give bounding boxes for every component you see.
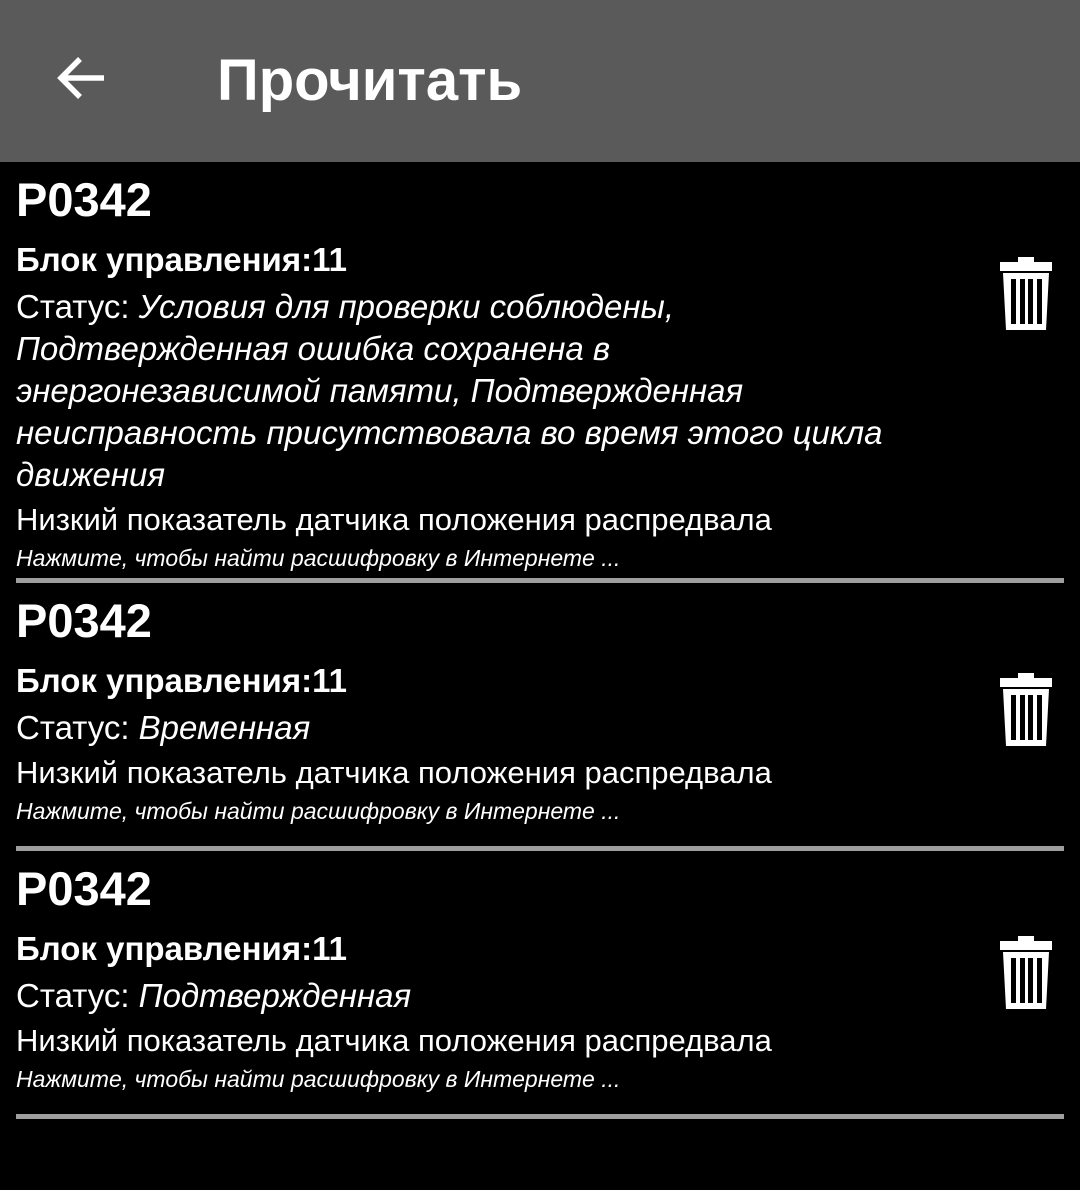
arrow-left-icon xyxy=(57,57,104,99)
search-online-link[interactable]: Нажмите, чтобы найти расшифровку в Интер… xyxy=(16,542,1064,578)
search-online-link[interactable]: Нажмите, чтобы найти расшифровку в Интер… xyxy=(16,795,1064,831)
control-unit: Блок управления:11 xyxy=(16,661,1064,701)
delete-button[interactable] xyxy=(998,935,1054,1011)
trash-icon xyxy=(1000,936,1052,1009)
control-unit-label: Блок управления: xyxy=(16,662,313,699)
error-description: Низкий показатель датчика положения расп… xyxy=(16,1023,772,1058)
control-unit-value: 11 xyxy=(312,241,347,278)
control-unit: Блок управления:11 xyxy=(16,929,1064,969)
list-item: P0342 Блок управления:11 Статус: Подтвер… xyxy=(16,851,1064,1119)
status-value: Подтвержденная xyxy=(138,977,412,1014)
back-button[interactable] xyxy=(52,48,112,108)
control-unit-label: Блок управления: xyxy=(16,241,313,278)
control-unit-value: 11 xyxy=(312,930,347,967)
error-code-list: P0342 Блок управления:11 Статус: Условия… xyxy=(0,162,1080,1119)
list-item: P0342 Блок управления:11 Статус: Условия… xyxy=(16,162,1064,583)
list-item: P0342 Блок управления:11 Статус: Временн… xyxy=(16,583,1064,851)
error-description: Низкий показатель датчика положения расп… xyxy=(16,755,772,790)
control-unit: Блок управления:11 xyxy=(16,240,1064,280)
status-value: Условия для проверки соблюдены, Подтверж… xyxy=(16,288,883,493)
status: Статус: Временная xyxy=(16,707,916,749)
error-code: P0342 xyxy=(16,173,152,226)
delete-button[interactable] xyxy=(998,256,1054,332)
error-code: P0342 xyxy=(16,594,152,647)
page-title: Прочитать xyxy=(217,48,523,113)
trash-icon xyxy=(1000,257,1052,330)
status-label: Статус: xyxy=(16,709,139,746)
status-value: Временная xyxy=(138,709,311,746)
error-description: Низкий показатель датчика положения расп… xyxy=(16,502,772,537)
status: Статус: Условия для проверки соблюдены, … xyxy=(16,286,916,496)
error-code: P0342 xyxy=(16,862,152,915)
search-online-link[interactable]: Нажмите, чтобы найти расшифровку в Интер… xyxy=(16,1063,1064,1099)
status: Статус: Подтвержденная xyxy=(16,975,916,1017)
control-unit-label: Блок управления: xyxy=(16,930,313,967)
status-label: Статус: xyxy=(16,977,139,1014)
trash-icon xyxy=(1000,673,1052,746)
control-unit-value: 11 xyxy=(312,662,347,699)
app-bar: Прочитать xyxy=(0,0,1080,162)
delete-button[interactable] xyxy=(998,672,1054,748)
status-label: Статус: xyxy=(16,288,139,325)
